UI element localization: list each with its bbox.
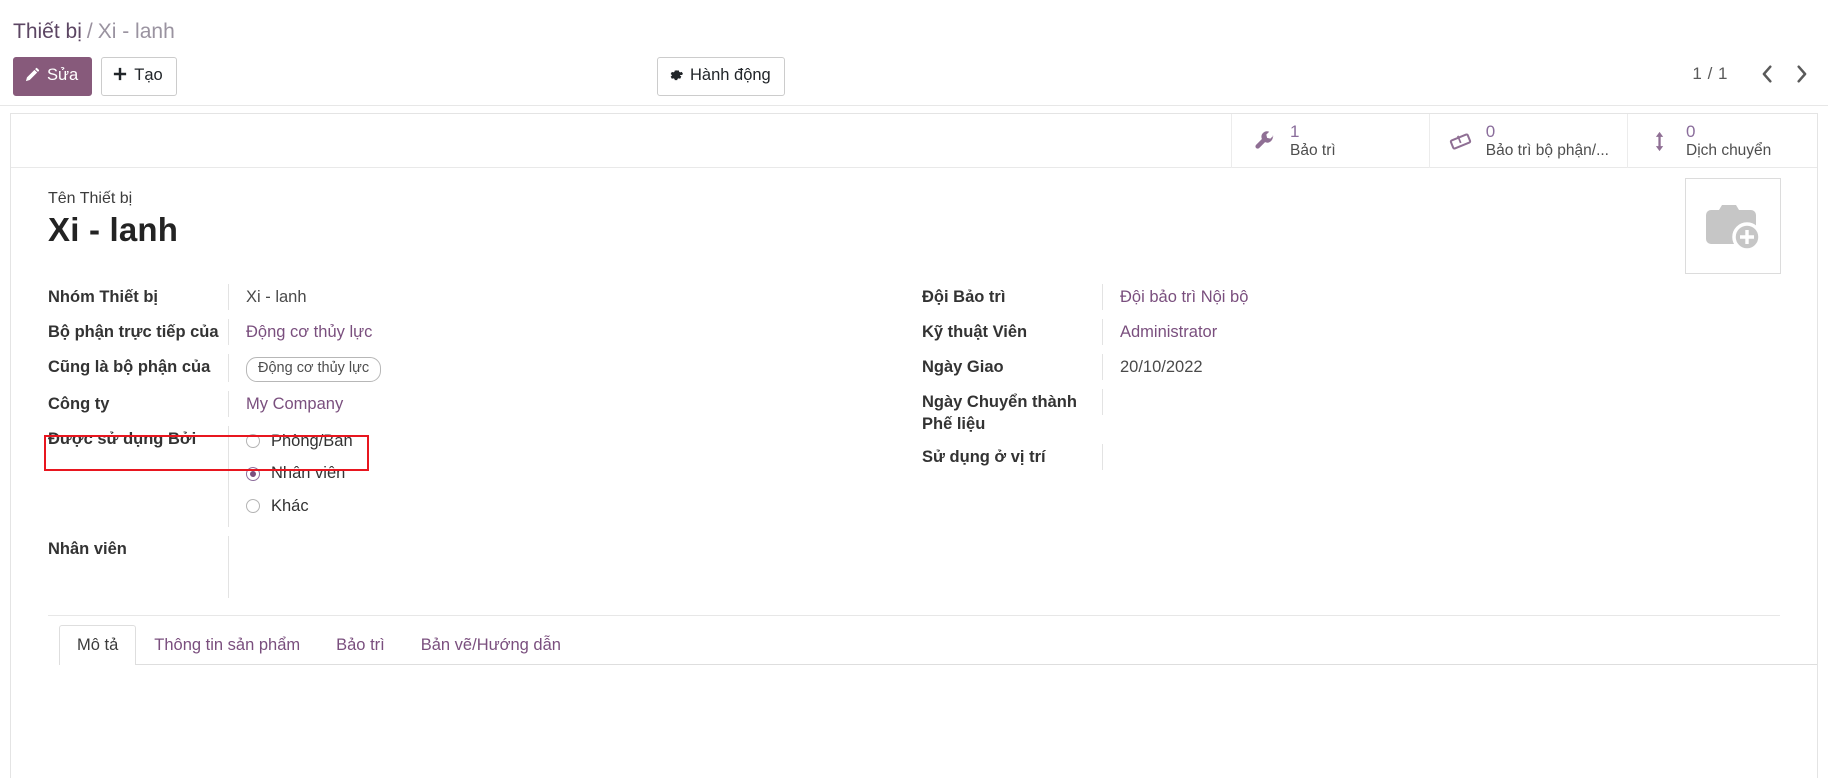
- radio-indicator[interactable]: [246, 434, 260, 448]
- stat-button-bar: 1 Bảo trì 0 Bảo trì bộ phận/...: [11, 114, 1817, 168]
- gear-icon: [669, 67, 683, 84]
- field-label: Ngày Chuyển thành Phế liệu: [922, 389, 1102, 436]
- tab-description[interactable]: Mô tả: [59, 625, 136, 665]
- radio-label: Phòng/Ban: [271, 430, 353, 452]
- stat-button-part-maintenance-text: 0 Bảo trì bộ phận/...: [1486, 122, 1609, 159]
- field-value[interactable]: [1102, 389, 1777, 415]
- pencil-icon: [25, 67, 40, 85]
- field-label: Công ty: [48, 391, 228, 415]
- field-label: Bộ phận trực tiếp của: [48, 319, 228, 343]
- camera-add-icon: [1702, 201, 1764, 251]
- edit-button[interactable]: Sửa: [13, 57, 92, 96]
- pager-next-button[interactable]: [1784, 59, 1818, 89]
- stat-button-moves[interactable]: 0 Dịch chuyển: [1627, 114, 1817, 168]
- stat-button-maintenance-text: 1 Bảo trì: [1290, 122, 1336, 159]
- breadcrumb-separator: /: [87, 20, 93, 43]
- field-equipment-category: Nhóm Thiết bị Xi - lanh: [48, 284, 874, 310]
- field-label: Sử dụng ở vị trí: [922, 444, 1102, 468]
- plus-icon: [113, 67, 127, 84]
- stat-button-moves-text: 0 Dịch chuyển: [1686, 122, 1771, 159]
- radio-option-other[interactable]: Khác: [246, 495, 874, 517]
- action-menu-label: Hành động: [690, 67, 771, 84]
- equipment-image-placeholder[interactable]: [1685, 178, 1781, 274]
- stat-label: Bảo trì: [1290, 142, 1336, 160]
- radio-option-department[interactable]: Phòng/Ban: [246, 430, 874, 452]
- field-value: Phòng/Ban Nhân viên Khác: [228, 426, 874, 527]
- ticket-icon: [1448, 130, 1474, 153]
- field-employee: Nhân viên: [48, 536, 874, 598]
- field-technician: Kỹ thuật Viên Administrator: [922, 319, 1777, 345]
- field-also-part-of: Cũng là bộ phận của Động cơ thủy lực: [48, 354, 874, 383]
- field-label: Nhóm Thiết bị: [48, 284, 228, 308]
- form-columns: Nhóm Thiết bị Xi - lanh Bộ phận trực tiế…: [11, 250, 1817, 607]
- field-value[interactable]: Động cơ thủy lực: [228, 319, 874, 345]
- field-assigned-date: Ngày Giao 20/10/2022: [922, 354, 1777, 380]
- stat-label: Dịch chuyển: [1686, 142, 1771, 160]
- form-sheet: 1 Bảo trì 0 Bảo trì bộ phận/...: [10, 113, 1818, 778]
- edit-button-label: Sửa: [47, 67, 78, 84]
- field-value: Động cơ thủy lực: [228, 354, 874, 383]
- create-button[interactable]: Tạo: [101, 57, 176, 96]
- stat-label: Bảo trì bộ phận/...: [1486, 142, 1609, 160]
- radio-label: Khác: [271, 495, 309, 517]
- control-panel-buttons-row: Sửa Tạo Hành động 1 / 1: [0, 53, 1828, 105]
- used-by-radio-group: Phòng/Ban Nhân viên Khác: [246, 428, 874, 517]
- breadcrumb-root-link[interactable]: Thiết bị: [13, 20, 82, 43]
- sheet-body: Tên Thiết bị Xi - lanh Nhóm Thiết bị Xi …: [11, 168, 1817, 665]
- field-label: Nhân viên: [48, 536, 228, 560]
- radio-option-employee[interactable]: Nhân viên: [246, 462, 874, 484]
- tab-product-info[interactable]: Thông tin sản phẩm: [136, 625, 318, 665]
- field-label: Đội Bảo trì: [922, 284, 1102, 308]
- equipment-name-value[interactable]: Xi - lanh: [48, 210, 1817, 250]
- field-value[interactable]: Administrator: [1102, 319, 1777, 345]
- form-column-right: Đội Bảo trì Đội bảo trì Nội bộ Kỹ thuật …: [914, 284, 1817, 607]
- field-used-by: Được sử dụng Bởi Phòng/Ban Nh: [48, 426, 874, 527]
- record-action-buttons: Sửa Tạo: [13, 57, 177, 96]
- radio-label: Nhân viên: [271, 462, 345, 484]
- equipment-form-page: Thiết bị/Xi - lanh Sửa Tạo: [0, 0, 1828, 778]
- action-menu-button[interactable]: Hành động: [657, 57, 785, 96]
- breadcrumb-current: Xi - lanh: [98, 20, 175, 43]
- field-label: Cũng là bộ phận của: [48, 354, 228, 378]
- title-block: Tên Thiết bị Xi - lanh: [11, 190, 1817, 250]
- field-value[interactable]: [1102, 444, 1777, 470]
- breadcrumb: Thiết bị/Xi - lanh: [0, 10, 1828, 45]
- field-label: Được sử dụng Bởi: [48, 426, 228, 450]
- field-used-in-location: Sử dụng ở vị trí: [922, 444, 1777, 470]
- sheet-wrapper: 1 Bảo trì 0 Bảo trì bộ phận/...: [0, 105, 1828, 778]
- stat-button-maintenance[interactable]: 1 Bảo trì: [1231, 114, 1429, 168]
- stat-value: 0: [1486, 122, 1609, 142]
- field-label: Ngày Giao: [922, 354, 1102, 378]
- field-value[interactable]: My Company: [228, 391, 874, 417]
- stat-value: 1: [1290, 122, 1336, 142]
- field-value[interactable]: [228, 536, 874, 598]
- equipment-name-label: Tên Thiết bị: [48, 190, 1817, 208]
- field-direct-part-of: Bộ phận trực tiếp của Động cơ thủy lực: [48, 319, 874, 345]
- field-label: Kỹ thuật Viên: [922, 319, 1102, 343]
- tab-drawings-manuals[interactable]: Bản vẽ/Hướng dẫn: [403, 625, 579, 665]
- control-panel: Thiết bị/Xi - lanh Sửa Tạo: [0, 0, 1828, 105]
- notebook-tabs: Mô tả Thông tin sản phẩm Bảo trì Bản vẽ/…: [59, 625, 1817, 665]
- radio-indicator[interactable]: [246, 499, 260, 513]
- pager-count: 1 / 1: [1692, 64, 1750, 84]
- pager: 1 / 1: [1692, 59, 1818, 89]
- stat-button-part-maintenance[interactable]: 0 Bảo trì bộ phận/...: [1429, 114, 1627, 168]
- notebook: Mô tả Thông tin sản phẩm Bảo trì Bản vẽ/…: [11, 625, 1817, 665]
- field-value[interactable]: Xi - lanh: [228, 284, 874, 310]
- field-value[interactable]: 20/10/2022: [1102, 354, 1777, 380]
- arrows-vertical-icon: [1646, 130, 1674, 153]
- form-column-left: Nhóm Thiết bị Xi - lanh Bộ phận trực tiế…: [11, 284, 914, 607]
- stat-value: 0: [1686, 122, 1771, 142]
- field-value[interactable]: Đội bảo trì Nội bộ: [1102, 284, 1777, 310]
- field-maintenance-team: Đội Bảo trì Đội bảo trì Nội bộ: [922, 284, 1777, 310]
- radio-indicator[interactable]: [246, 467, 260, 481]
- tag-badge[interactable]: Động cơ thủy lực: [246, 357, 381, 383]
- form-divider: [48, 615, 1780, 616]
- pager-previous-button[interactable]: [1750, 59, 1784, 89]
- wrench-icon: [1250, 130, 1278, 153]
- field-scrap-date: Ngày Chuyển thành Phế liệu: [922, 389, 1777, 436]
- field-company: Công ty My Company: [48, 391, 874, 417]
- tab-maintenance[interactable]: Bảo trì: [318, 625, 403, 665]
- create-button-label: Tạo: [134, 67, 162, 84]
